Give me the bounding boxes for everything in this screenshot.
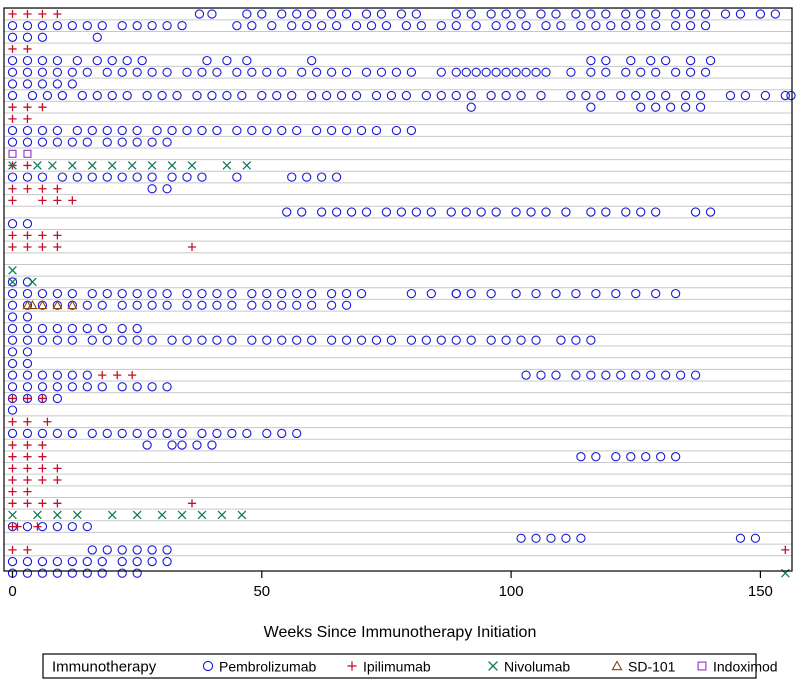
legend: Immunotherapy Pembrolizumab Ipilimumab Nivo… bbox=[42, 653, 778, 679]
chart-container: 0 50 100 150 Weeks Since Immunotherapy Init… bbox=[0, 0, 798, 681]
patient-swimmer-chart: 0 50 100 150 Weeks Since Immunotherapy Init… bbox=[0, 0, 798, 681]
x-tick-label: 100 bbox=[499, 583, 524, 600]
x-axis-title: Weeks Since Immunotherapy Initiation bbox=[264, 624, 537, 641]
legend-nivolumab-label: Nivolumab bbox=[504, 659, 570, 675]
x-tick-label: 150 bbox=[748, 583, 773, 600]
x-tick-label: 0 bbox=[8, 583, 16, 600]
legend-title: Immunotherapy bbox=[52, 659, 157, 676]
legend-pembrolizumab-label: Pembrolizumab bbox=[219, 659, 316, 675]
legend-ipilimumab-label: Ipilimumab bbox=[363, 659, 431, 675]
legend-indoximod-label: Indoximod bbox=[713, 659, 778, 675]
x-tick-label: 50 bbox=[253, 583, 270, 600]
legend-sd-101-label: SD-101 bbox=[628, 659, 676, 675]
chart-background bbox=[0, 0, 798, 681]
